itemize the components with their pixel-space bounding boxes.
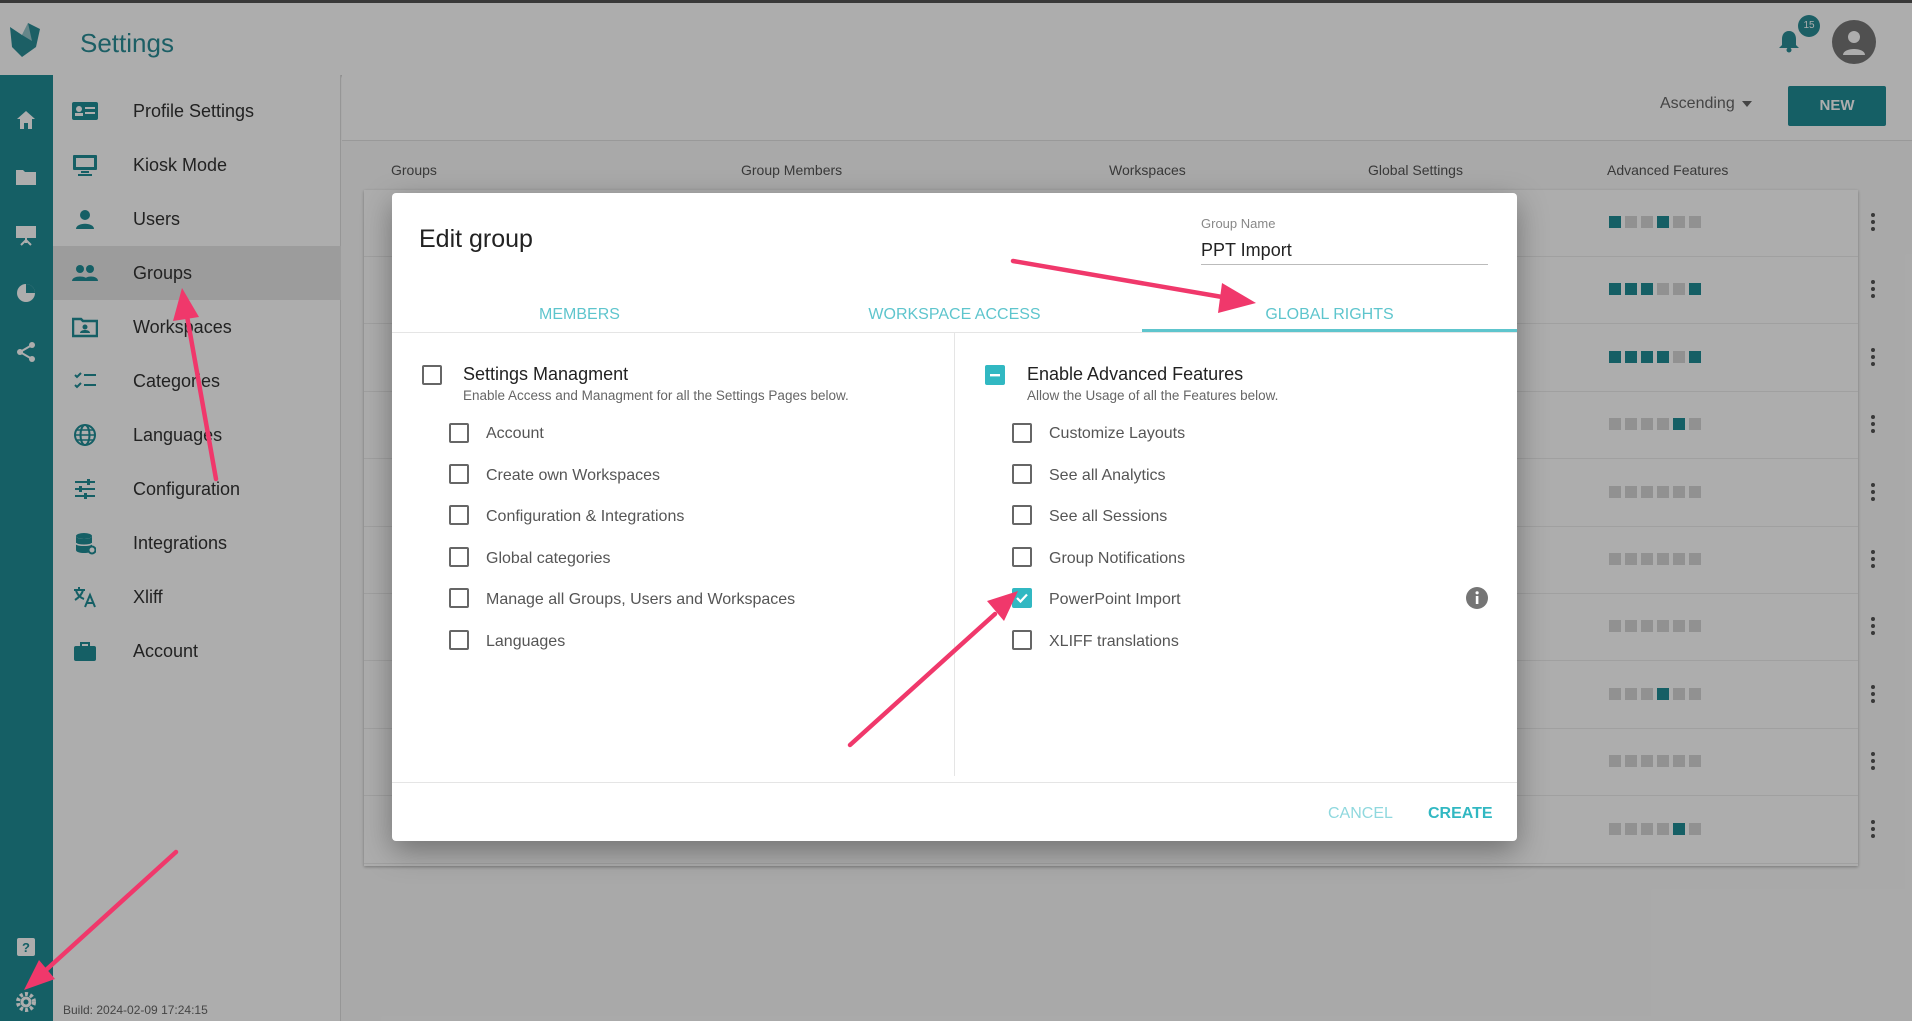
arrow-to-gear-annotation <box>24 849 179 990</box>
annotation-arrows <box>24 258 1256 990</box>
arrow-to-groups-annotation <box>173 288 219 482</box>
arrow-to-powerpoint-import-annotation <box>847 591 1018 748</box>
arrow-to-global-rights-annotation <box>1010 258 1256 313</box>
